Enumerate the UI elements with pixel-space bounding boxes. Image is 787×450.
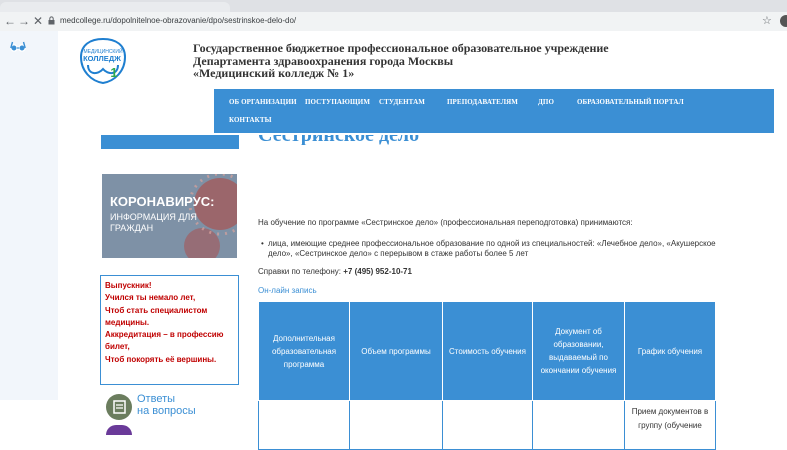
phone-label: Справки по телефону: (258, 267, 344, 276)
institution-line-1: Государственное бюджетное профессиональн… (193, 41, 609, 55)
table-row: Прием документов в группу (обучение (258, 400, 716, 450)
profile-avatar[interactable] (780, 15, 787, 27)
college-logo[interactable]: МЕДИЦИНСКИЙ КОЛЛЕДЖ 1 (78, 37, 128, 85)
table-header-row: Дополнительная образовательная программа… (258, 301, 716, 401)
table-cell (532, 400, 625, 450)
program-table: Дополнительная образовательная программа… (258, 301, 716, 450)
left-page-margin (0, 31, 58, 400)
address-bar[interactable]: medcollege.ru/dopolnitelnoe-obrazovanie/… (60, 15, 296, 27)
notice-line: Аккредитация – в профессию (105, 330, 224, 340)
notice-line: билет, (105, 342, 130, 352)
faq-label-line-1: Ответы (137, 393, 176, 405)
phone-info: Справки по телефону: +7 (495) 952-10-71 (258, 267, 412, 276)
browser-toolbar: ← → ✕ medcollege.ru/dopolnitelnoe-obrazo… (0, 12, 787, 32)
logo-line-2: КОЛЛЕДЖ (83, 54, 121, 63)
glasses-icon[interactable] (9, 39, 27, 53)
column-header: Объем программы (349, 301, 443, 401)
covid-title: КОРОНАВИРУС: (110, 194, 215, 209)
logo-number: 1 (110, 65, 117, 80)
menu-item-about[interactable]: ОБ ОРГАНИЗАЦИИ (229, 98, 297, 106)
faq-link[interactable]: Ответы на вопросы (106, 393, 236, 424)
column-header: Дополнительная образовательная программа (258, 301, 350, 401)
faq-label: Ответы на вопросы (137, 393, 196, 417)
notice-line: Выпускник! (105, 281, 152, 290)
table-cell (258, 400, 350, 450)
sidebar-banner[interactable] (101, 135, 239, 149)
intro-text: На обучение по программе «Сестринское де… (258, 218, 633, 227)
coronavirus-banner[interactable]: КОРОНАВИРУС: ИНФОРМАЦИЯ ДЛЯ ГРАЖДАН (102, 174, 237, 258)
table-cell (349, 400, 443, 450)
sidebar-icon-partial[interactable] (106, 425, 132, 435)
menu-item-dpo[interactable]: ДПО (538, 98, 554, 106)
forward-icon[interactable]: → (17, 14, 31, 28)
page-title: Сестринское дело (258, 135, 419, 145)
web-page: МЕДИЦИНСКИЙ КОЛЛЕДЖ 1 Государственное бю… (0, 31, 787, 450)
requirement-item: лица, имеющие среднее профессиональное о… (261, 239, 728, 259)
covid-subtitle: ИНФОРМАЦИЯ ДЛЯ ГРАЖДАН (110, 212, 197, 233)
main-menu: ОБ ОРГАНИЗАЦИИ ПОСТУПАЮЩИМ СТУДЕНТАМ ПРЕ… (214, 89, 774, 133)
menu-item-contacts[interactable]: КОНТАКТЫ (229, 116, 272, 124)
close-icon[interactable]: ✕ (31, 14, 45, 28)
institution-name: Государственное бюджетное профессиональн… (193, 42, 673, 80)
notice-line: медицины. (105, 317, 150, 327)
menu-item-teachers[interactable]: ПРЕПОДАВАТЕЛЯМ (447, 98, 518, 106)
phone-number[interactable]: +7 (495) 952-10-71 (343, 267, 412, 276)
lock-icon (48, 16, 55, 25)
faq-label-line-2: на вопросы (137, 405, 196, 417)
menu-item-portal[interactable]: ОБРАЗОВАТЕЛЬНЫЙ ПОРТАЛ (577, 98, 684, 106)
notice-line: Чтоб стать специалистом (105, 305, 208, 315)
graduate-notice: Выпускник! Учился ты немало лет, Чтоб ст… (100, 275, 239, 385)
institution-line-3: «Медицинский колледж № 1» (193, 66, 355, 80)
browser-tab[interactable] (0, 2, 230, 12)
online-registration-link[interactable]: Он-лайн запись (258, 286, 317, 295)
notice-line: Учился ты немало лет, (105, 293, 196, 303)
menu-item-applicants[interactable]: ПОСТУПАЮЩИМ (305, 98, 370, 106)
table-cell (442, 400, 533, 450)
column-header: Документ об образовании, выдаваемый по о… (532, 301, 625, 401)
menu-item-students[interactable]: СТУДЕНТАМ (379, 98, 425, 106)
back-icon[interactable]: ← (3, 14, 17, 28)
column-header: График обучения (624, 301, 716, 401)
notice-line: Чтоб покорять её вершины. (105, 354, 217, 364)
faq-icon (106, 394, 132, 420)
table-cell: Прием документов в группу (обучение (624, 400, 716, 450)
bookmark-star-icon[interactable]: ☆ (762, 14, 772, 27)
column-header: Стоимость обучения (442, 301, 533, 401)
browser-tab-strip (0, 0, 787, 12)
